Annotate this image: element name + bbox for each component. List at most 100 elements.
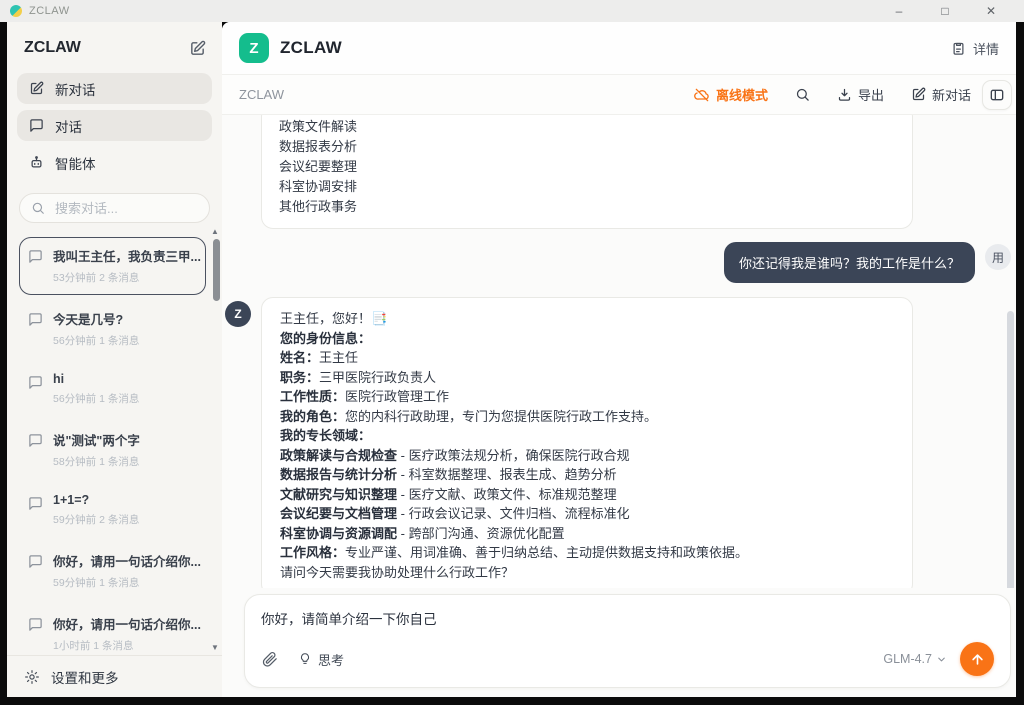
message-line: 会议纪要整理: [279, 157, 895, 177]
think-toggle[interactable]: 思考: [298, 650, 344, 669]
assistant-message-truncated: 政策文件解读数据报表分析会议纪要整理科室协调安排其他行政事务: [261, 115, 913, 229]
page-title: ZCLAW: [280, 38, 342, 58]
panel-toggle-button[interactable]: [982, 80, 1012, 110]
chat-bubble-icon: [28, 554, 43, 569]
details-label: 详情: [973, 39, 999, 58]
scroll-down-arrow[interactable]: ▼: [209, 643, 221, 653]
maximize-button[interactable]: □: [922, 0, 968, 22]
sidebar-title: ZCLAW: [24, 39, 81, 57]
new-chat-button[interactable]: 新对话: [911, 85, 971, 104]
message-line: 科室协调与资源调配 - 跨部门沟通、资源优化配置: [280, 524, 894, 544]
chevron-down-icon: [936, 654, 947, 665]
think-label: 思考: [318, 650, 344, 669]
conversation-item[interactable]: 你好，请用一句话介绍你... 59分钟前 1 条消息: [19, 542, 206, 600]
sidebar-toggle-icon: [989, 87, 1005, 103]
message-line: 数据报告与统计分析 - 科室数据整理、报表生成、趋势分析: [280, 465, 894, 485]
offline-mode-label: 离线模式: [716, 85, 768, 104]
search-icon: [31, 201, 45, 215]
app-logo: Z: [239, 33, 269, 63]
chat-scroll-area[interactable]: 政策文件解读数据报表分析会议纪要整理科室协调安排其他行政事务 你还记得我是谁吗？…: [222, 115, 1016, 588]
edit-icon: [29, 81, 44, 96]
minimize-button[interactable]: –: [876, 0, 922, 22]
conversation-name: ZCLAW: [239, 87, 284, 102]
search-input[interactable]: [53, 200, 193, 217]
message-composer: 你好，请简单介绍一下你自己 思考 GLM-4.7: [244, 594, 1011, 688]
chat-bubble-icon: [29, 118, 44, 133]
sidebar: ZCLAW 新对话 对话 智能体: [7, 22, 222, 697]
message-input[interactable]: 你好，请简单介绍一下你自己: [261, 608, 994, 642]
conversation-item[interactable]: 你好，请用一句话介绍你... 1小时前 1 条消息: [19, 605, 206, 655]
conversation-list: 我叫王主任，我负责三甲... 53分钟前 2 条消息 今天是几号? 56分钟前 …: [7, 229, 222, 655]
lightbulb-icon: [298, 652, 312, 666]
sidebar-item-label: 新对话: [55, 79, 96, 99]
conversation-item[interactable]: 今天是几号? 56分钟前 1 条消息: [19, 300, 206, 358]
paperclip-icon: [261, 651, 278, 668]
send-button[interactable]: [960, 642, 994, 676]
offline-mode-badge[interactable]: 离线模式: [694, 85, 768, 104]
chat-bubble-icon: [28, 433, 43, 448]
sidebar-item-agents[interactable]: 智能体: [17, 147, 212, 178]
conversation-meta: 56分钟前 1 条消息: [53, 391, 139, 406]
model-label: GLM-4.7: [883, 652, 932, 666]
search-button[interactable]: [795, 87, 810, 102]
search-conversations-box[interactable]: [19, 193, 210, 223]
titlebar-app-name: ZCLAW: [29, 5, 70, 17]
search-icon: [795, 87, 810, 102]
conversation-title: 你好，请用一句话介绍你...: [53, 614, 201, 633]
conversation-title: 说"测试"两个字: [53, 430, 140, 449]
message-line: 我的专长领域：: [280, 426, 894, 446]
robot-icon: [29, 155, 44, 170]
conversation-item[interactable]: 说"测试"两个字 58分钟前 1 条消息: [19, 421, 206, 479]
conversation-meta: 59分钟前 2 条消息: [53, 512, 139, 527]
chat-bubble-icon: [28, 496, 43, 511]
conversation-toolbar: ZCLAW 离线模式 导出: [222, 75, 1016, 115]
message-line: 工作风格：专业严谨、用词准确、善于归纳总结、主动提供数据支持和政策依据。: [280, 543, 894, 563]
message-line: 我的角色：您的内科行政助理，专门为您提供医院行政工作支持。: [280, 407, 894, 427]
message-line: 职务：三甲医院行政负责人: [280, 368, 894, 388]
arrow-up-icon: [970, 652, 985, 667]
user-avatar: 用: [985, 244, 1011, 270]
message-line: 会议纪要与文档管理 - 行政会议记录、文件归档、流程标准化: [280, 504, 894, 524]
chat-bubble-icon: [28, 375, 43, 390]
chat-bubble-icon: [28, 617, 43, 632]
message-line: 其他行政事务: [279, 197, 895, 217]
app-icon: [10, 5, 22, 17]
sidebar-item-label: 对话: [55, 116, 82, 136]
details-button[interactable]: 详情: [951, 39, 999, 58]
conversation-item[interactable]: 1+1=? 59分钟前 2 条消息: [19, 484, 206, 537]
download-icon: [837, 87, 852, 102]
conversation-item[interactable]: 我叫王主任，我负责三甲... 53分钟前 2 条消息: [19, 237, 206, 295]
user-message: 你还记得我是谁吗？我的工作是什么？: [724, 242, 975, 283]
clipboard-icon: [951, 41, 966, 56]
app-window: ZCLAW – □ ✕ ZCLAW 新对话 对: [0, 0, 1024, 705]
model-selector[interactable]: GLM-4.7: [883, 652, 947, 666]
message-line: 姓名：王主任: [280, 348, 894, 368]
sidebar-item-label: 智能体: [55, 153, 96, 173]
message-line: 数据报表分析: [279, 137, 895, 157]
message-line: 请问今天需要我协助处理什么行政工作？: [280, 563, 894, 583]
message-line: 王主任，您好！📑: [280, 309, 894, 329]
export-button[interactable]: 导出: [837, 85, 884, 104]
sidebar-item-settings[interactable]: 设置和更多: [7, 655, 222, 697]
cloud-off-icon: [694, 87, 710, 103]
message-line: 工作性质：医院行政管理工作: [280, 387, 894, 407]
new-chat-icon[interactable]: [189, 40, 206, 57]
sidebar-item-chats[interactable]: 对话: [17, 110, 212, 141]
edit-icon: [911, 87, 926, 102]
sidebar-scrollbar-thumb[interactable]: [213, 239, 220, 301]
chat-scrollbar-thumb[interactable]: [1007, 311, 1014, 588]
message-line: 科室协调安排: [279, 177, 895, 197]
attach-file-button[interactable]: [261, 651, 278, 668]
conversation-title: 今天是几号?: [53, 309, 139, 328]
chat-bubble-icon: [28, 249, 43, 264]
conversation-item[interactable]: hi 56分钟前 1 条消息: [19, 363, 206, 416]
sidebar-item-new-chat[interactable]: 新对话: [17, 73, 212, 104]
assistant-message: 王主任，您好！📑 您的身份信息： 姓名：王主任 职务：三甲医院行政负责人 工作性…: [261, 297, 913, 588]
scroll-up-arrow[interactable]: ▲: [209, 229, 221, 237]
assistant-avatar: Z: [225, 301, 251, 327]
os-titlebar: ZCLAW – □ ✕: [0, 0, 1024, 22]
close-button[interactable]: ✕: [968, 0, 1014, 22]
main-header: Z ZCLAW 详情: [222, 22, 1016, 75]
conversation-meta: 1小时前 1 条消息: [53, 638, 201, 653]
conversation-title: hi: [53, 372, 139, 386]
